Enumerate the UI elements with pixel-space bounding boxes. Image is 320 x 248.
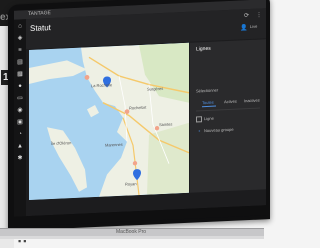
panel-subtitle: Sélectionner	[196, 87, 219, 94]
panel-divider	[196, 107, 260, 112]
app-name: TANTAGE	[28, 10, 51, 18]
chart-icon[interactable]: ▤	[17, 59, 23, 65]
map-label: Surgères	[147, 86, 163, 92]
laptop-brand: MacBook Pro	[116, 229, 147, 235]
refresh-icon[interactable]: ⟳	[244, 12, 249, 19]
laptop-lid: TANTAGE ⌂ ◈ ≡ ▤ ▦ ● ▭ ◉ ▣ ◔ ▲ ✱ Statut ⟳…	[8, 0, 270, 232]
vehicle-icon[interactable]: ▣	[17, 119, 23, 125]
header-status-text: Live	[250, 23, 258, 30]
map-label: La Rochelle	[91, 82, 113, 88]
map-view[interactable]: La Rochelle Rochefort Saintes Royan Mare…	[29, 42, 189, 201]
list-icon[interactable]: ≡	[17, 47, 23, 53]
users-icon[interactable]: ●	[17, 83, 23, 89]
user-icon[interactable]: 👤	[240, 24, 247, 31]
line-checkbox[interactable]	[196, 116, 202, 123]
timer-icon[interactable]: ◔	[17, 131, 23, 137]
sidebar: ⌂ ◈ ≡ ▤ ▦ ● ▭ ◉ ▣ ◔ ▲ ✱	[14, 19, 26, 217]
tab-inactive[interactable]: Inactives	[244, 98, 260, 104]
tab-all[interactable]: Toutes	[202, 100, 214, 106]
farmland-area	[147, 122, 189, 195]
map-canvas: La Rochelle Rochefort Saintes Royan Mare…	[29, 42, 189, 201]
tab-active[interactable]: Actives	[224, 99, 237, 105]
laptop-screen: TANTAGE ⌂ ◈ ≡ ▤ ▦ ● ▭ ◉ ▣ ◔ ▲ ✱ Statut ⟳…	[14, 0, 266, 217]
map-icon[interactable]: ◈	[17, 35, 23, 41]
backdrop-bottom-icons: ▪▪	[18, 236, 29, 246]
map-label: Saintes	[159, 122, 172, 128]
map-label: Île d'Oléron	[50, 140, 71, 146]
document-icon[interactable]: ▭	[17, 95, 23, 101]
settings-icon[interactable]: ✱	[17, 155, 23, 161]
new-group-link[interactable]: Nouveau groupe	[204, 127, 234, 133]
map-label: Marennes	[105, 142, 123, 148]
menu-icon[interactable]: ⋮	[256, 11, 262, 18]
alert-icon[interactable]: ◉	[17, 107, 23, 113]
calendar-icon[interactable]: ▦	[17, 71, 23, 77]
warning-icon[interactable]: ▲	[17, 143, 23, 149]
add-icon[interactable]: +	[198, 128, 200, 133]
side-panel: Lignes Sélectionner Toutes Actives Inact…	[190, 39, 266, 193]
map-label: Royan	[125, 181, 137, 187]
panel-title: Lignes	[196, 45, 211, 53]
map-label: Rochefort	[129, 105, 147, 111]
panel-item: Ligne	[204, 115, 214, 122]
home-icon[interactable]: ⌂	[17, 23, 23, 29]
laptop-shadow	[0, 236, 264, 239]
page-title: Statut	[30, 23, 51, 34]
tab-indicator	[202, 105, 216, 108]
